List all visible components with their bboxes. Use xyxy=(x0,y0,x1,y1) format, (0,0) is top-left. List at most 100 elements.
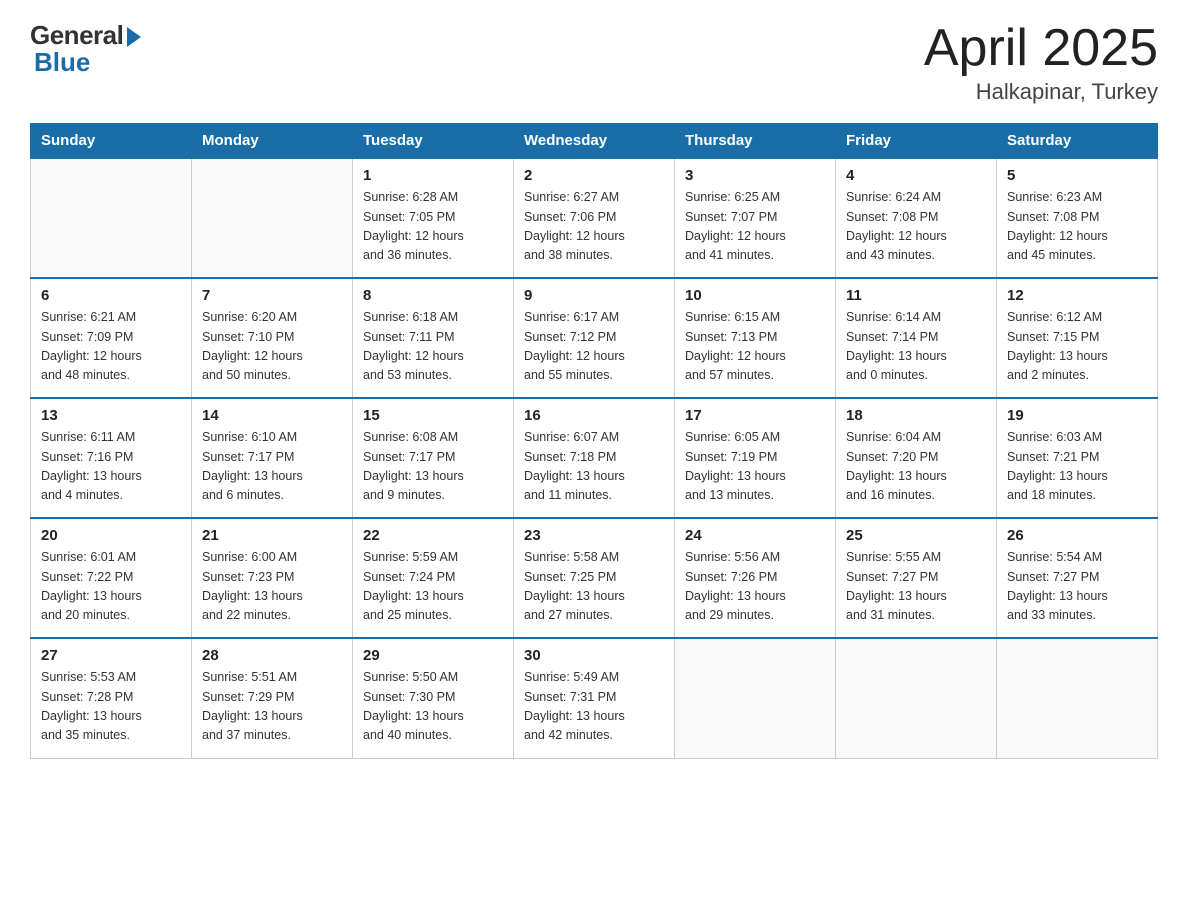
day-number: 3 xyxy=(685,167,825,184)
calendar-cell: 15Sunrise: 6:08 AM Sunset: 7:17 PM Dayli… xyxy=(353,398,514,518)
day-info: Sunrise: 5:53 AM Sunset: 7:28 PM Dayligh… xyxy=(41,668,181,746)
day-info: Sunrise: 6:23 AM Sunset: 7:08 PM Dayligh… xyxy=(1007,188,1147,266)
calendar-cell: 21 Sunrise: 6:00 AM Sunset: 7:23 PM Dayli… xyxy=(192,518,353,638)
title-block: April 2025 Halkapinar, Turkey xyxy=(924,20,1158,105)
day-info: Sunrise: 5:56 AM Sunset: 7:26 PM Dayligh… xyxy=(685,548,825,626)
week-row-1: 1 Sunrise: 6:28 AM Sunset: 7:05 PM Daylig… xyxy=(31,158,1158,278)
calendar-cell: 14 Sunrise: 6:10 AM Sunset: 7:17 PM Dayli… xyxy=(192,398,353,518)
day-info: Sunrise: 6:14 AM Sunset: 7:14 PM Dayligh… xyxy=(846,308,986,386)
day-number: 23 xyxy=(524,527,664,544)
calendar-cell xyxy=(836,638,997,758)
calendar-cell: 22 Sunrise: 5:59 AM Sunset: 7:24 PM Dayli… xyxy=(353,518,514,638)
day-number: 19 xyxy=(1007,407,1147,424)
calendar-title: April 2025 xyxy=(924,20,1158,77)
day-number: 22 xyxy=(363,527,503,544)
day-info: Sunrise: 6:20 AM Sunset: 7:10 PM Dayligh… xyxy=(202,308,342,386)
calendar-cell: 6Sunrise: 6:21 AM Sunset: 7:09 PM Daylig… xyxy=(31,278,192,398)
day-info: Sunrise: 6:10 AM Sunset: 7:17 PM Dayligh… xyxy=(202,428,342,506)
weekday-header-sunday: Sunday xyxy=(31,124,192,159)
calendar-cell: 1 Sunrise: 6:28 AM Sunset: 7:05 PM Daylig… xyxy=(353,158,514,278)
day-info: Sunrise: 5:58 AM Sunset: 7:25 PM Dayligh… xyxy=(524,548,664,626)
calendar-location: Halkapinar, Turkey xyxy=(924,79,1158,105)
day-info: Sunrise: 5:55 AM Sunset: 7:27 PM Dayligh… xyxy=(846,548,986,626)
calendar-cell: 25 Sunrise: 5:55 AM Sunset: 7:27 PM Dayli… xyxy=(836,518,997,638)
day-number: 11 xyxy=(846,287,986,304)
day-info: Sunrise: 6:15 AM Sunset: 7:13 PM Dayligh… xyxy=(685,308,825,386)
day-number: 25 xyxy=(846,527,986,544)
weekday-header-row: SundayMondayTuesdayWednesdayThursdayFrid… xyxy=(31,124,1158,159)
day-info: Sunrise: 5:51 AM Sunset: 7:29 PM Dayligh… xyxy=(202,668,342,746)
day-number: 14 xyxy=(202,407,342,424)
calendar-cell: 10 Sunrise: 6:15 AM Sunset: 7:13 PM Dayli… xyxy=(675,278,836,398)
day-info: Sunrise: 6:25 AM Sunset: 7:07 PM Dayligh… xyxy=(685,188,825,266)
day-number: 26 xyxy=(1007,527,1147,544)
calendar-cell: 8 Sunrise: 6:18 AM Sunset: 7:11 PM Daylig… xyxy=(353,278,514,398)
day-info: Sunrise: 5:50 AM Sunset: 7:30 PM Dayligh… xyxy=(363,668,503,746)
day-number: 10 xyxy=(685,287,825,304)
calendar-cell: 12Sunrise: 6:12 AM Sunset: 7:15 PM Dayli… xyxy=(997,278,1158,398)
calendar-cell: 2 Sunrise: 6:27 AM Sunset: 7:06 PM Daylig… xyxy=(514,158,675,278)
day-number: 18 xyxy=(846,407,986,424)
weekday-header-wednesday: Wednesday xyxy=(514,124,675,159)
calendar-cell: 11 Sunrise: 6:14 AM Sunset: 7:14 PM Dayli… xyxy=(836,278,997,398)
week-row-2: 6Sunrise: 6:21 AM Sunset: 7:09 PM Daylig… xyxy=(31,278,1158,398)
calendar-cell: 20 Sunrise: 6:01 AM Sunset: 7:22 PM Dayli… xyxy=(31,518,192,638)
day-info: Sunrise: 6:24 AM Sunset: 7:08 PM Dayligh… xyxy=(846,188,986,266)
day-number: 5 xyxy=(1007,167,1147,184)
calendar-cell: 13Sunrise: 6:11 AM Sunset: 7:16 PM Dayli… xyxy=(31,398,192,518)
day-number: 20 xyxy=(41,527,181,544)
day-info: Sunrise: 6:04 AM Sunset: 7:20 PM Dayligh… xyxy=(846,428,986,506)
day-number: 16 xyxy=(524,407,664,424)
day-number: 12 xyxy=(1007,287,1147,304)
calendar-cell: 5 Sunrise: 6:23 AM Sunset: 7:08 PM Daylig… xyxy=(997,158,1158,278)
calendar-cell: 27 Sunrise: 5:53 AM Sunset: 7:28 PM Dayli… xyxy=(31,638,192,758)
day-number: 15 xyxy=(363,407,503,424)
calendar-cell: 16 Sunrise: 6:07 AM Sunset: 7:18 PM Dayli… xyxy=(514,398,675,518)
calendar-cell: 17Sunrise: 6:05 AM Sunset: 7:19 PM Dayli… xyxy=(675,398,836,518)
weekday-header-monday: Monday xyxy=(192,124,353,159)
day-number: 1 xyxy=(363,167,503,184)
day-info: Sunrise: 6:01 AM Sunset: 7:22 PM Dayligh… xyxy=(41,548,181,626)
weekday-header-tuesday: Tuesday xyxy=(353,124,514,159)
logo-arrow-icon xyxy=(127,27,141,47)
day-info: Sunrise: 5:54 AM Sunset: 7:27 PM Dayligh… xyxy=(1007,548,1147,626)
calendar-cell: 24Sunrise: 5:56 AM Sunset: 7:26 PM Dayli… xyxy=(675,518,836,638)
calendar-cell: 29 Sunrise: 5:50 AM Sunset: 7:30 PM Dayli… xyxy=(353,638,514,758)
day-info: Sunrise: 6:00 AM Sunset: 7:23 PM Dayligh… xyxy=(202,548,342,626)
day-number: 27 xyxy=(41,647,181,664)
calendar-cell xyxy=(997,638,1158,758)
week-row-4: 20 Sunrise: 6:01 AM Sunset: 7:22 PM Dayli… xyxy=(31,518,1158,638)
calendar-cell: 7Sunrise: 6:20 AM Sunset: 7:10 PM Daylig… xyxy=(192,278,353,398)
calendar-cell: 9Sunrise: 6:17 AM Sunset: 7:12 PM Daylig… xyxy=(514,278,675,398)
weekday-header-saturday: Saturday xyxy=(997,124,1158,159)
calendar-cell xyxy=(192,158,353,278)
day-info: Sunrise: 6:28 AM Sunset: 7:05 PM Dayligh… xyxy=(363,188,503,266)
weekday-header-thursday: Thursday xyxy=(675,124,836,159)
day-number: 8 xyxy=(363,287,503,304)
calendar-cell xyxy=(675,638,836,758)
calendar-table: SundayMondayTuesdayWednesdayThursdayFrid… xyxy=(30,123,1158,759)
day-number: 28 xyxy=(202,647,342,664)
day-number: 4 xyxy=(846,167,986,184)
day-info: Sunrise: 5:49 AM Sunset: 7:31 PM Dayligh… xyxy=(524,668,664,746)
week-row-3: 13Sunrise: 6:11 AM Sunset: 7:16 PM Dayli… xyxy=(31,398,1158,518)
calendar-cell: 4 Sunrise: 6:24 AM Sunset: 7:08 PM Daylig… xyxy=(836,158,997,278)
day-info: Sunrise: 6:17 AM Sunset: 7:12 PM Dayligh… xyxy=(524,308,664,386)
logo-blue-text: Blue xyxy=(30,47,90,78)
day-info: Sunrise: 6:18 AM Sunset: 7:11 PM Dayligh… xyxy=(363,308,503,386)
weekday-header-friday: Friday xyxy=(836,124,997,159)
day-info: Sunrise: 6:03 AM Sunset: 7:21 PM Dayligh… xyxy=(1007,428,1147,506)
calendar-cell: 30 Sunrise: 5:49 AM Sunset: 7:31 PM Dayli… xyxy=(514,638,675,758)
calendar-cell: 23 Sunrise: 5:58 AM Sunset: 7:25 PM Dayli… xyxy=(514,518,675,638)
day-number: 21 xyxy=(202,527,342,544)
page-header: General Blue April 2025 Halkapinar, Turk… xyxy=(30,20,1158,105)
day-number: 2 xyxy=(524,167,664,184)
day-info: Sunrise: 5:59 AM Sunset: 7:24 PM Dayligh… xyxy=(363,548,503,626)
calendar-cell: 3 Sunrise: 6:25 AM Sunset: 7:07 PM Daylig… xyxy=(675,158,836,278)
logo: General Blue xyxy=(30,20,141,78)
calendar-cell xyxy=(31,158,192,278)
day-info: Sunrise: 6:27 AM Sunset: 7:06 PM Dayligh… xyxy=(524,188,664,266)
day-number: 29 xyxy=(363,647,503,664)
day-info: Sunrise: 6:07 AM Sunset: 7:18 PM Dayligh… xyxy=(524,428,664,506)
day-number: 30 xyxy=(524,647,664,664)
